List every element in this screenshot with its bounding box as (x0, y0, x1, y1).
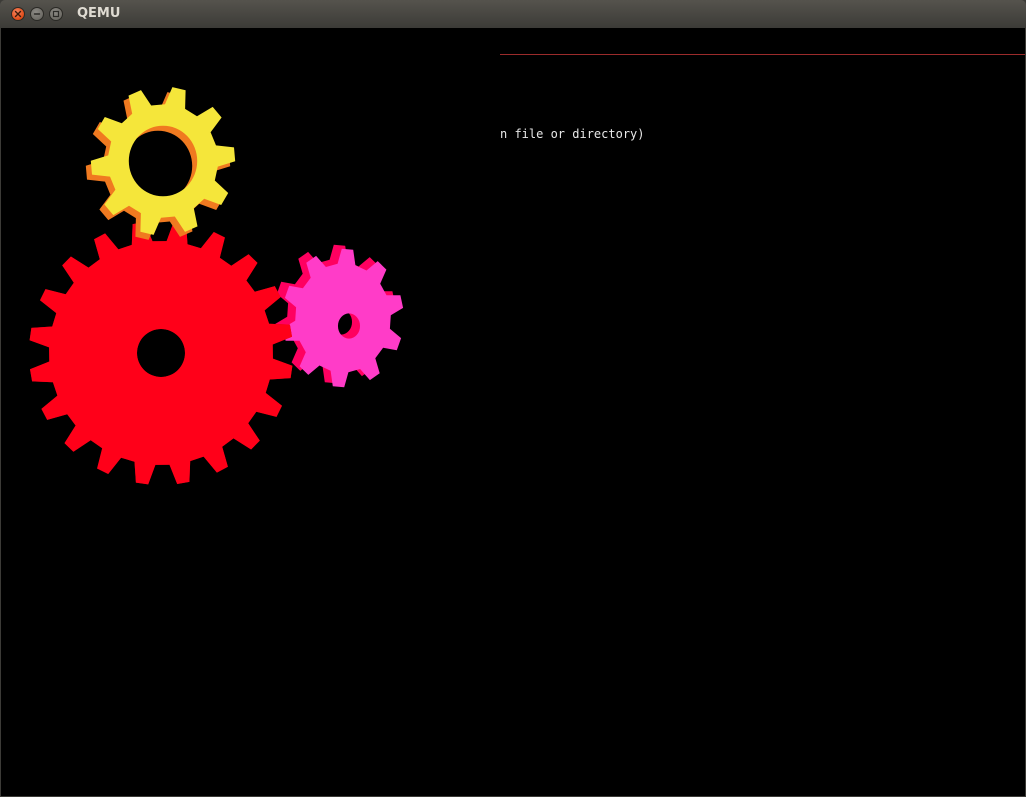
red-gear-face (29, 221, 293, 485)
gears-render (29, 87, 404, 485)
red-gear (29, 221, 293, 485)
maximize-icon (52, 10, 60, 18)
title-bar[interactable]: QEMU (0, 0, 1026, 28)
pink-gear-face (282, 248, 404, 388)
close-button[interactable] (11, 7, 25, 21)
pink-gear (274, 244, 404, 388)
guest-display[interactable]: n file or directory) (1, 28, 1025, 796)
qemu-window: QEMU n file or directory) (0, 0, 1026, 797)
minimize-icon (33, 13, 41, 15)
window-title: QEMU (77, 6, 121, 21)
maximize-button[interactable] (49, 7, 63, 21)
yellow-gear (85, 87, 236, 240)
yellow-gear-face (90, 87, 236, 235)
close-icon (14, 10, 22, 18)
minimize-button[interactable] (30, 7, 44, 21)
